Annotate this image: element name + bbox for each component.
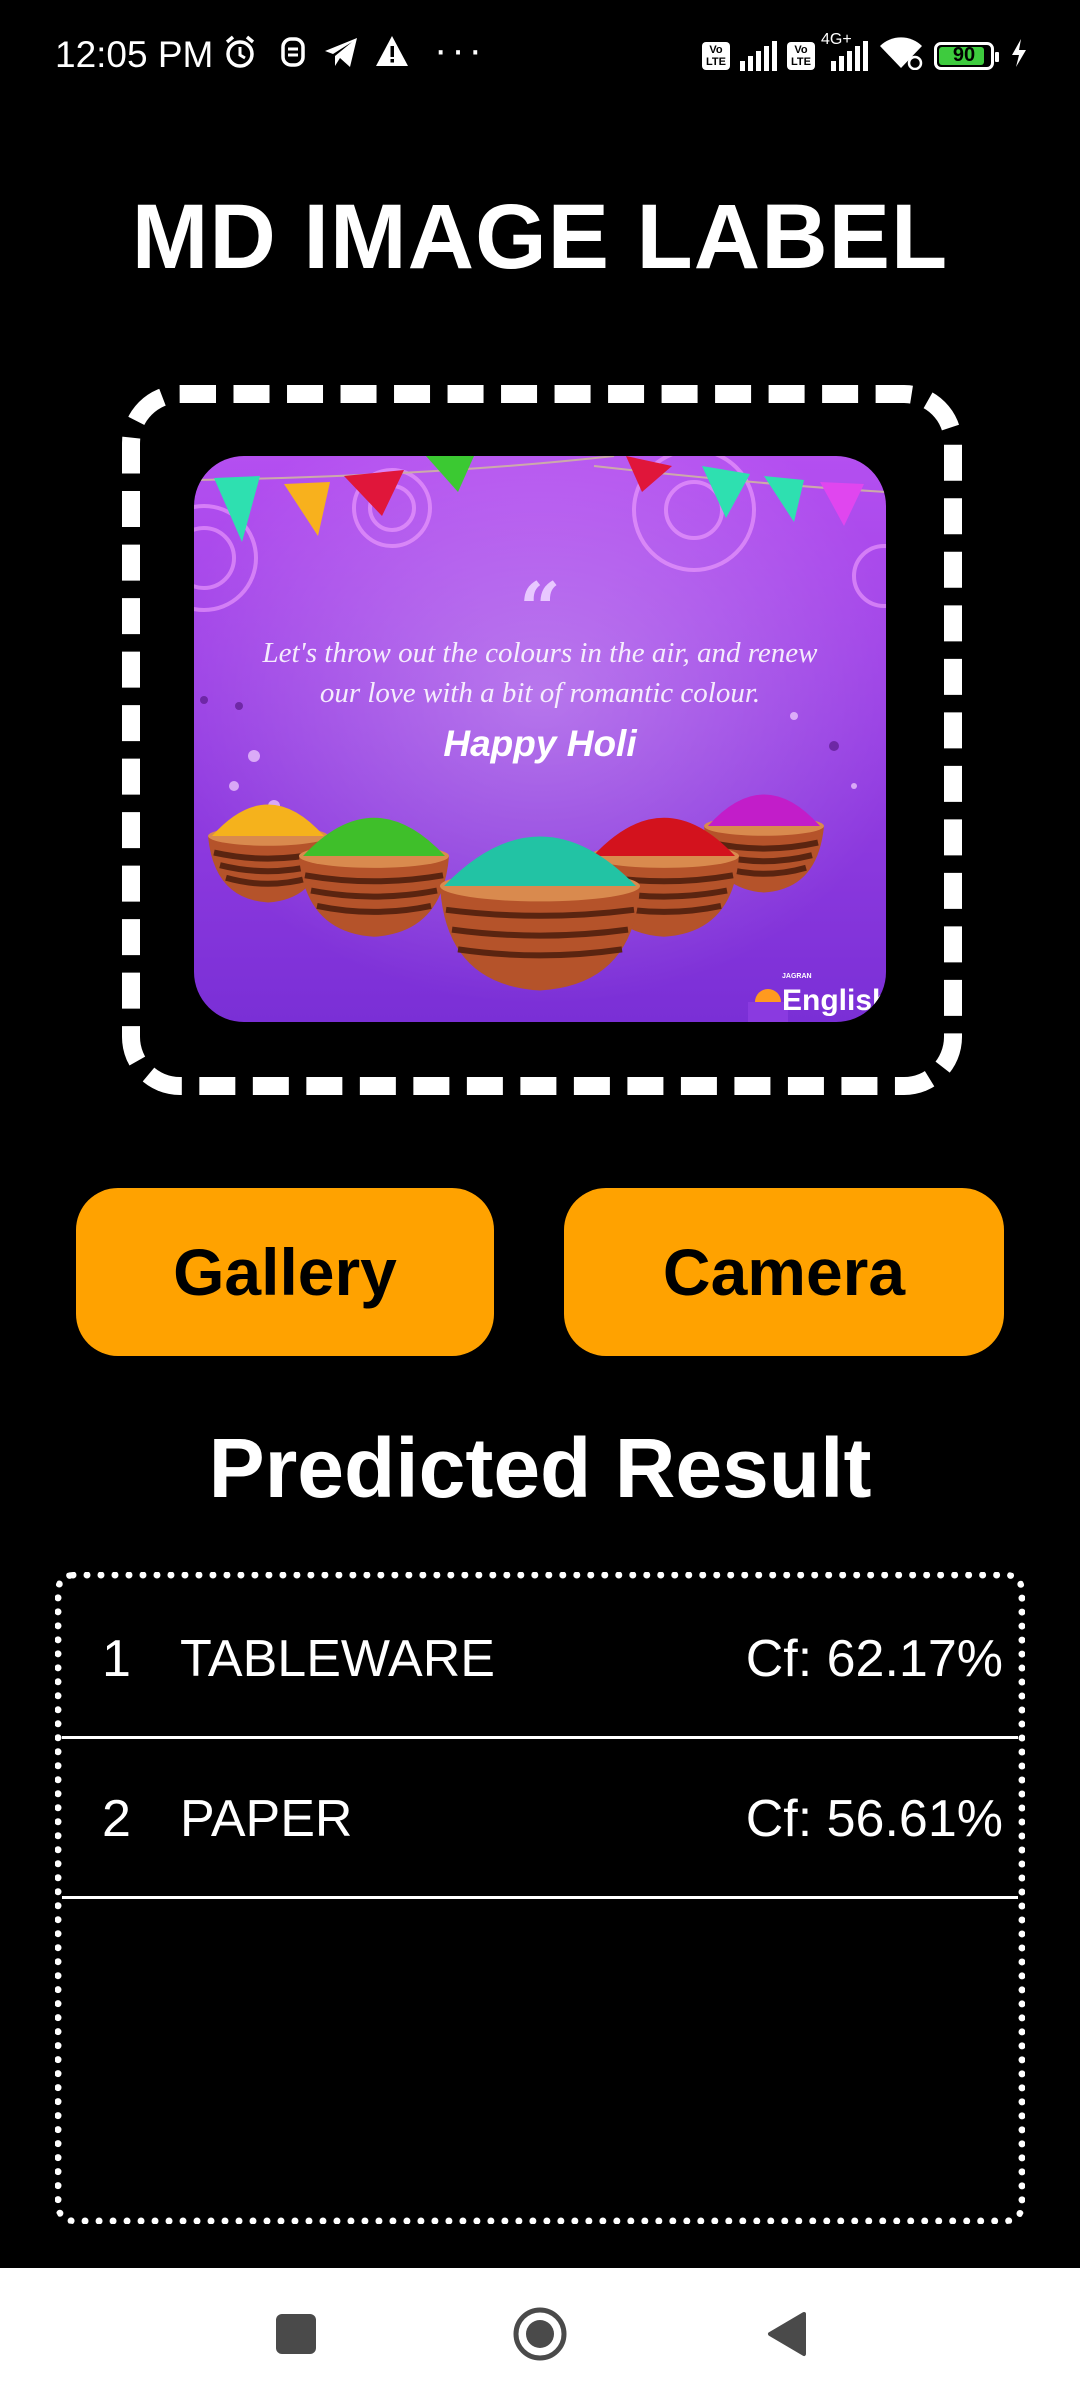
result-row: 2 PAPER Cf: 56.61%	[62, 1739, 1018, 1899]
back-button[interactable]	[758, 2306, 814, 2362]
quote-line-2: our love with a bit of romantic colour.	[320, 677, 760, 709]
battery-percent: 90	[952, 44, 976, 66]
status-right-icons: Vo LTE Vo LTE 4G+ 90	[702, 31, 1028, 75]
telegram-icon	[322, 34, 360, 75]
home-button[interactable]	[512, 2306, 568, 2362]
battery-icon: 90	[934, 41, 999, 70]
charging-icon	[1010, 38, 1028, 73]
result-label: TABLEWARE	[180, 1630, 495, 1688]
result-index: 1	[102, 1630, 131, 1688]
signal-strength-4g-icon: 4G+	[821, 31, 868, 71]
result-index: 2	[102, 1790, 131, 1848]
face-icon	[278, 34, 308, 75]
predicted-result-title: Predicted Result	[208, 1421, 872, 1515]
more-notifications-icon: ···	[434, 28, 486, 72]
result-row: 1 TABLEWARE Cf: 62.17%	[62, 1579, 1018, 1739]
system-navigation-bar	[0, 2268, 1080, 2400]
results-list: 1 TABLEWARE Cf: 62.17% 2 PAPER Cf: 56.61…	[55, 1572, 1025, 2224]
status-bar: 12:05 PM ··· Vo LTE Vo LTE 4G+ 90	[0, 0, 1080, 110]
gallery-button[interactable]: Gallery	[76, 1188, 494, 1356]
camera-button[interactable]: Camera	[564, 1188, 1004, 1356]
recents-button[interactable]	[268, 2306, 324, 2362]
selected-image-preview: “ Let's throw out the colours in the air…	[194, 456, 886, 1022]
square-icon	[276, 2314, 316, 2354]
result-label: PAPER	[180, 1790, 353, 1848]
volte-badge-sim2: Vo LTE	[787, 41, 815, 70]
wifi-icon	[878, 36, 924, 75]
volte-badge-sim1: Vo LTE	[702, 41, 730, 70]
svg-text:JAGRAN: JAGRAN	[782, 973, 812, 980]
network-type: 4G+	[821, 30, 852, 48]
app-title: MD IMAGE LABEL	[131, 186, 949, 288]
signal-strength-icon	[740, 40, 777, 71]
holi-greeting-image: “ Let's throw out the colours in the air…	[194, 456, 886, 1022]
quote-line-1: Let's throw out the colours in the air, …	[261, 637, 818, 669]
status-time: 12:05 PM	[55, 34, 214, 75]
alarm-icon	[222, 34, 258, 75]
result-confidence: Cf: 56.61%	[745, 1790, 1003, 1848]
triangle-back-icon	[768, 2312, 806, 2356]
greeting-text: Happy Holi	[443, 723, 637, 764]
warning-icon	[374, 34, 410, 73]
result-confidence: Cf: 62.17%	[745, 1630, 1003, 1688]
circle-icon	[513, 2307, 567, 2361]
